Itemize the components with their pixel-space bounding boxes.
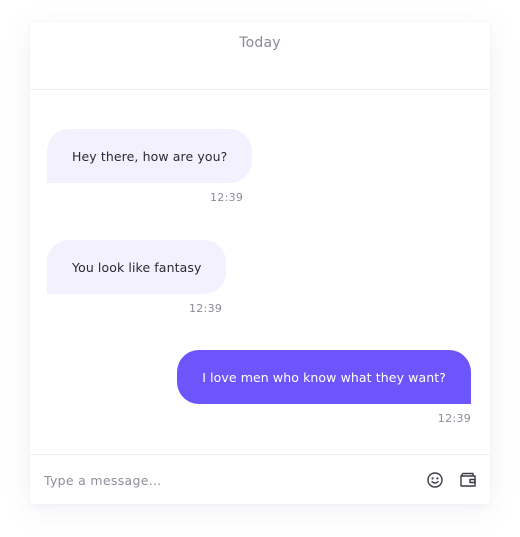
message-timestamp: 12:39: [189, 302, 223, 315]
message-text: You look like fantasy: [72, 259, 202, 275]
wallet-icon[interactable]: [459, 471, 477, 489]
smiley-icon[interactable]: [426, 471, 444, 489]
message-timestamp: 12:39: [210, 191, 244, 204]
message-timestamp: 12:39: [437, 412, 471, 425]
message-composer: [30, 454, 490, 504]
message-input[interactable]: [42, 468, 402, 492]
message-text: Hey there, how are you?: [72, 148, 228, 164]
day-separator: Today: [239, 35, 281, 51]
chat-header: Today: [30, 22, 490, 90]
incoming-message-bubble: You look like fantasy: [47, 240, 227, 294]
message-text: I love men who know what they want?: [202, 369, 446, 385]
incoming-message-bubble: Hey there, how are you?: [47, 129, 253, 183]
outgoing-message-bubble: I love men who know what they want?: [177, 350, 471, 404]
chat-window: Today Hey there, how are you? 12:39 You …: [30, 22, 490, 504]
